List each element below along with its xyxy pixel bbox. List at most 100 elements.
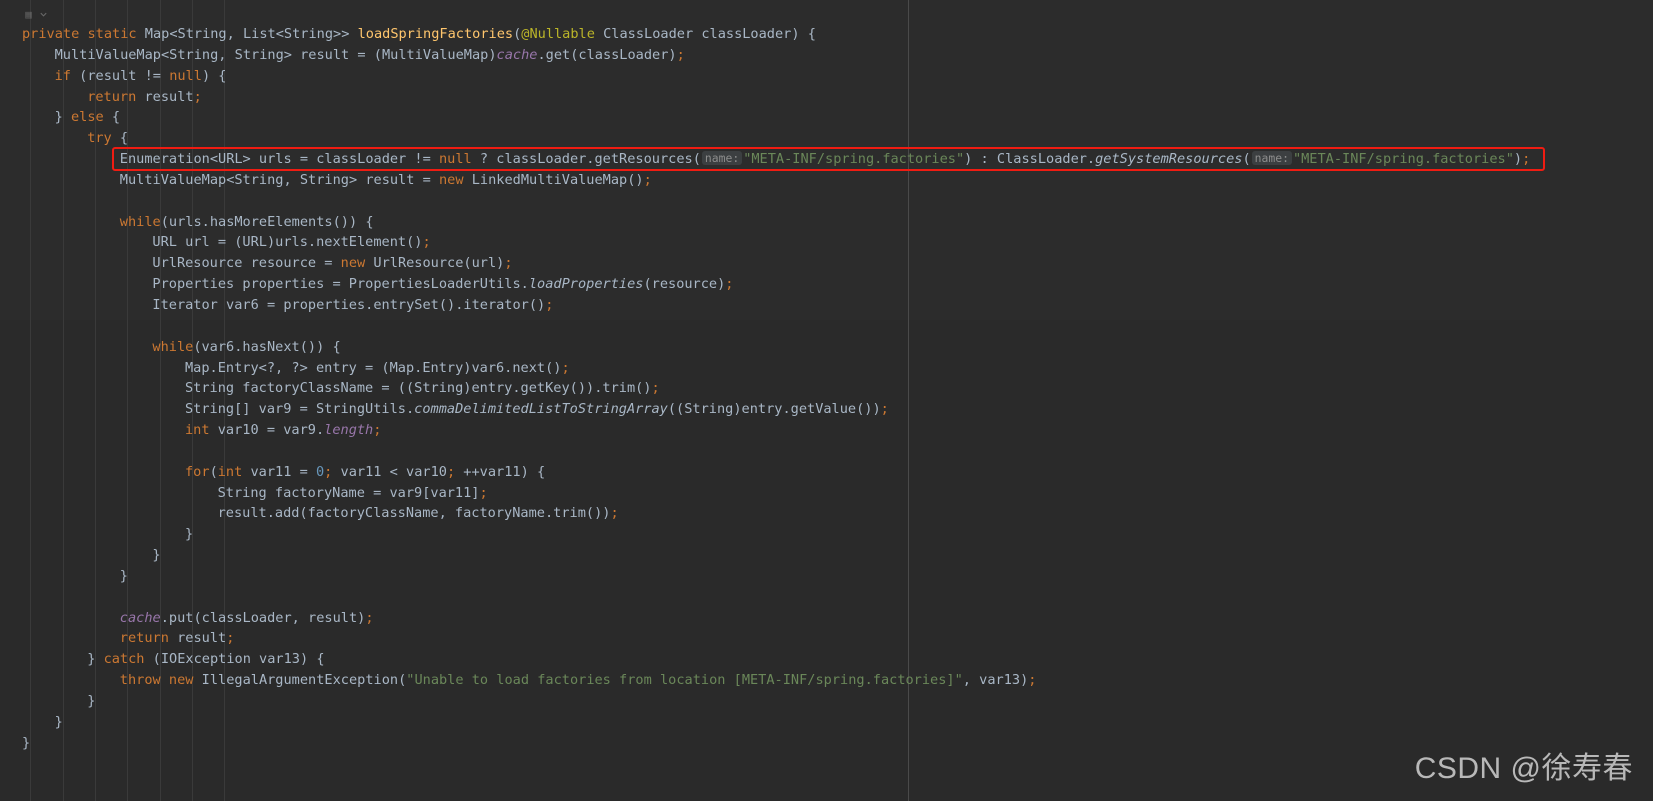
code-line-text: Enumeration<URL> urls = classLoader != n… [22, 151, 1530, 167]
code-line-text: Map.Entry<?, ?> entry = (Map.Entry)var6.… [22, 360, 570, 376]
code-line[interactable]: private static Map<String, List<String>>… [0, 24, 1653, 45]
code-token-typ: String factoryClassName = ((String)entry… [185, 380, 652, 397]
code-token-kw: throw [119, 672, 161, 689]
code-token-semi: ; [422, 234, 431, 251]
code-token-fld: cache [496, 46, 538, 63]
code-token-kw: for [185, 463, 210, 480]
code-line[interactable]: while(urls.hasMoreElements()) { [0, 212, 1653, 233]
code-token-semi: ; [725, 276, 734, 293]
code-token-typ: } [54, 109, 71, 126]
code-line[interactable] [0, 191, 1653, 212]
code-line[interactable]: MultiValueMap<String, String> result = n… [0, 170, 1653, 191]
code-token-typ: ( [1242, 151, 1251, 168]
code-line[interactable]: UrlResource resource = new UrlResource(u… [0, 253, 1653, 274]
code-token-typ: MultiValueMap<String, String> result = [119, 171, 439, 188]
code-line[interactable] [0, 316, 1653, 337]
code-line-text: MultiValueMap<String, String> result = (… [22, 47, 685, 63]
code-token-typ: ) { [201, 67, 227, 84]
code-line[interactable]: MultiValueMap<String, String> result = (… [0, 45, 1653, 66]
code-content[interactable]: private static Map<String, List<String>>… [0, 24, 1653, 754]
code-token-num: 0 [315, 463, 325, 480]
code-line[interactable]: return result; [0, 628, 1653, 649]
code-token-semi: ; [504, 255, 513, 272]
code-token-typ: (result != [70, 67, 170, 84]
code-line-text: for(int var11 = 0; var11 < var10; ++var1… [22, 464, 545, 480]
code-line-text: String[] var9 = StringUtils.commaDelimit… [22, 401, 889, 417]
code-line[interactable]: Map.Entry<?, ?> entry = (Map.Entry)var6.… [0, 358, 1653, 379]
code-line-text: result.add(factoryClassName, factoryName… [22, 505, 619, 521]
code-token-semi: ; [651, 380, 660, 397]
code-token-typ: { [111, 130, 129, 147]
code-line[interactable]: throw new IllegalArgumentException("Unab… [0, 670, 1653, 691]
code-token-semi: ; [226, 630, 235, 647]
code-line[interactable]: String[] var9 = StringUtils.commaDelimit… [0, 399, 1653, 420]
code-line[interactable] [0, 441, 1653, 462]
code-line[interactable]: int var10 = var9.length; [0, 420, 1653, 441]
code-token-fld: cache [119, 609, 161, 626]
code-line-text: } [22, 735, 30, 751]
code-line[interactable]: cache.put(classLoader, result); [0, 608, 1653, 629]
code-line-text: String factoryName = var9[var11]; [22, 485, 488, 501]
code-line[interactable]: URL url = (URL)urls.nextElement(); [0, 232, 1653, 253]
code-line-text: } [22, 547, 161, 564]
code-token-semi: ; [545, 296, 554, 313]
code-token-typ: } [87, 693, 96, 709]
code-token-str: "Unable to load factories from location … [406, 672, 963, 689]
code-token-typ: ) : ClassLoader. [964, 151, 1096, 168]
code-token-typ: URL url = (URL)urls.nextElement() [152, 234, 423, 251]
code-line-text: throw new IllegalArgumentException("Unab… [22, 672, 1037, 689]
code-line[interactable]: } [0, 733, 1653, 754]
code-line[interactable]: Iterator var6 = properties.entrySet().it… [0, 295, 1653, 316]
code-token-kw: new [168, 672, 194, 689]
code-line[interactable]: for(int var11 = 0; var11 < var10; ++var1… [0, 462, 1653, 483]
parameter-hint: name: [701, 151, 743, 166]
code-token-typ: ClassLoader classLoader [594, 26, 792, 42]
code-token-typ: Iterator var6 = properties.entrySet().it… [152, 296, 546, 313]
code-line[interactable]: Properties properties = PropertiesLoader… [0, 274, 1653, 295]
code-token-typ: var10 = var9. [209, 422, 325, 439]
code-line-text: cache.put(classLoader, result); [22, 610, 374, 626]
code-token-typ: result.add(factoryClassName, factoryName… [217, 505, 611, 522]
code-token-typ: (IOException var13) { [144, 651, 325, 668]
code-token-typ: result [136, 88, 194, 105]
code-line[interactable]: Enumeration<URL> urls = classLoader != n… [0, 149, 1653, 170]
code-editor[interactable]: ▦ private static Map<String, List<String… [0, 0, 1653, 801]
code-line-text: } [22, 526, 193, 542]
code-token-typ: var11 = [242, 463, 316, 480]
code-line[interactable]: } [0, 524, 1653, 545]
code-fold-control[interactable]: ▦ [22, 6, 48, 22]
fold-region-icon[interactable]: ▦ [22, 8, 35, 21]
code-token-kw: return [119, 630, 169, 647]
code-token-kw: int [185, 422, 210, 439]
code-line[interactable]: return result; [0, 87, 1653, 108]
code-line[interactable]: } [0, 545, 1653, 566]
code-token-semi: ; [373, 422, 382, 439]
code-line[interactable]: String factoryName = var9[var11]; [0, 483, 1653, 504]
code-line[interactable]: } [0, 691, 1653, 712]
code-token-typ: , var13) [962, 672, 1029, 689]
code-token-typ: } [152, 547, 161, 564]
code-line-text: } [22, 568, 128, 584]
code-line[interactable]: } catch (IOException var13) { [0, 649, 1653, 670]
code-token-typ: MultiValueMap<String, String> result = (… [54, 46, 497, 63]
code-token-stm: loadProperties [528, 276, 644, 293]
code-line[interactable]: result.add(factoryClassName, factoryName… [0, 503, 1653, 524]
code-line[interactable]: if (result != null) { [0, 66, 1653, 87]
code-token-typ: String factoryName = var9[var11] [217, 484, 480, 501]
code-token-typ: (var6.hasNext()) { [193, 338, 341, 355]
code-line-text: } else { [22, 109, 121, 126]
code-line[interactable]: } else { [0, 107, 1653, 128]
chevron-down-icon[interactable] [39, 10, 48, 19]
code-token-kw: private [22, 26, 80, 42]
code-token-kw: while [152, 338, 194, 355]
code-token-stm: getSystemResources [1095, 151, 1243, 168]
code-line[interactable]: } [0, 566, 1653, 587]
code-line[interactable]: String factoryClassName = ((String)entry… [0, 378, 1653, 399]
code-line[interactable] [0, 587, 1653, 608]
code-line[interactable]: } [0, 712, 1653, 733]
code-line[interactable]: try { [0, 128, 1653, 149]
code-token-ann: @Nullable [521, 26, 595, 42]
code-line[interactable]: while(var6.hasNext()) { [0, 337, 1653, 358]
code-line-text: UrlResource resource = new UrlResource(u… [22, 255, 513, 272]
